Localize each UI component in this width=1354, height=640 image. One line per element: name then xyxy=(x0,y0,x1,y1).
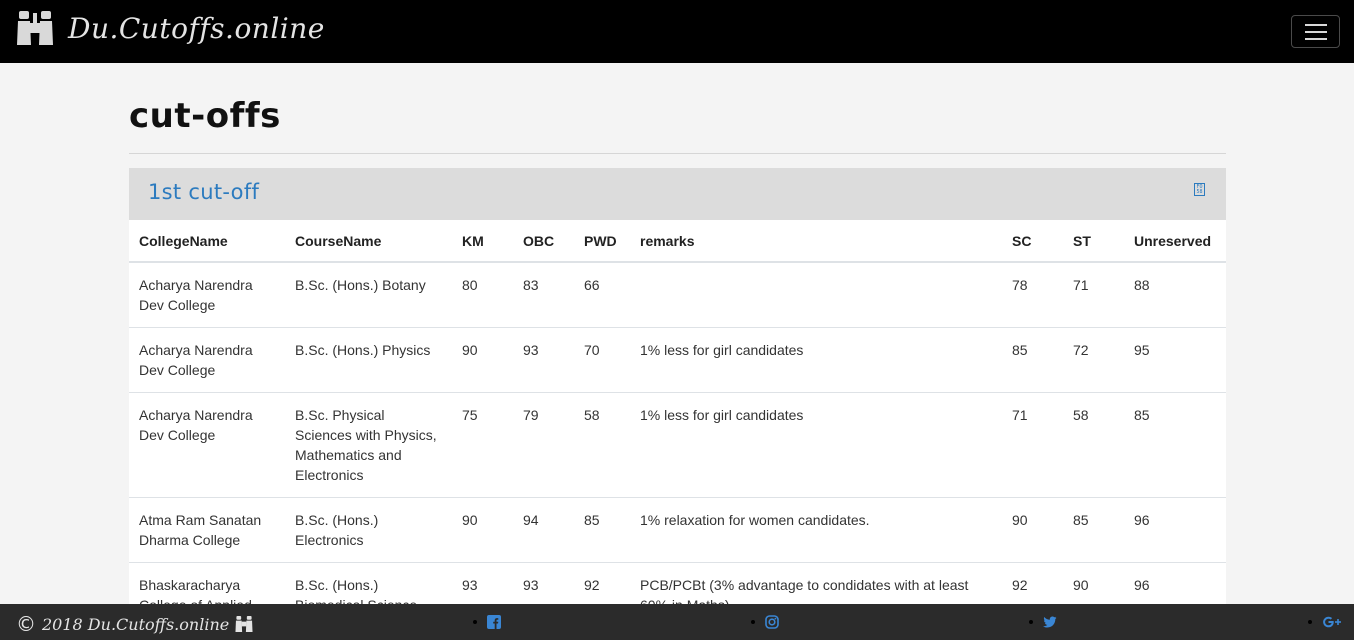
brand-name: Du.Cutoffs.online xyxy=(68,11,325,45)
table-cell: 85 xyxy=(574,497,630,563)
bullet-dot xyxy=(751,620,755,624)
column-header[interactable]: ST xyxy=(1063,220,1124,263)
table-cell: 1% relaxation for women candidates. xyxy=(630,497,1002,563)
column-header[interactable]: OBC xyxy=(513,220,574,263)
table-cell: 96 xyxy=(1124,497,1226,563)
table-cell: 1% less for girl candidates xyxy=(630,327,1002,393)
table-cell: 90 xyxy=(452,497,513,563)
table-cell: 88 xyxy=(1124,261,1226,328)
table-cell: 85 xyxy=(1002,327,1063,393)
table-cell: 92 xyxy=(1002,562,1063,608)
social-facebook xyxy=(473,615,501,629)
table-cell: 92 xyxy=(574,562,630,608)
table-row: Bhaskaracharya College of Applied B.Sc. … xyxy=(129,562,1226,608)
table-cell: 70 xyxy=(574,327,630,393)
navbar: Du.Cutoffs.online xyxy=(0,0,1354,63)
table-cell: PCB/PCBt (3% advantage to condidates wit… xyxy=(630,562,1002,608)
copyright-symbol: © xyxy=(16,612,36,636)
table-cell: 83 xyxy=(513,261,574,328)
table-cell: 90 xyxy=(1002,497,1063,563)
column-header[interactable]: remarks xyxy=(630,220,1002,263)
twitter-icon[interactable] xyxy=(1043,615,1057,629)
cutoff-table: CollegeName CourseName KM OBC PWD remark… xyxy=(129,220,1226,608)
table-cell: B.Sc. (Hons.) Physics xyxy=(285,327,452,393)
table-header-row: CollegeName CourseName KM OBC PWD remark… xyxy=(129,220,1226,263)
table-row: Acharya Narendra Dev College B.Sc. (Hons… xyxy=(129,261,1226,328)
hamburger-menu-icon xyxy=(1304,23,1327,26)
table-cell: B.Sc. (Hons.) Botany xyxy=(285,261,452,328)
column-header[interactable]: SC xyxy=(1002,220,1063,263)
table-cell: 85 xyxy=(1124,392,1226,498)
bullet-dot xyxy=(473,620,477,624)
table-cell: Bhaskaracharya College of Applied xyxy=(129,562,285,608)
google-plus-icon[interactable] xyxy=(1322,615,1342,629)
table-row: Atma Ram Sanatan Dharma College B.Sc. (H… xyxy=(129,497,1226,563)
binoculars-icon xyxy=(17,11,53,45)
table-cell: 75 xyxy=(452,392,513,498)
table-cell: 93 xyxy=(513,562,574,608)
table-cell: 94 xyxy=(513,497,574,563)
copyright-text: 2018 Du.Cutoffs.online xyxy=(42,614,230,634)
table-cell: Acharya Narendra Dev College xyxy=(129,261,285,328)
table-cell: B.Sc. (Hons.) Biomedical Science xyxy=(285,562,452,608)
card-header: 1st cut-off FO 58 xyxy=(129,168,1226,220)
bullet-dot xyxy=(1308,620,1312,624)
hamburger-menu-icon xyxy=(1304,37,1327,40)
table-cell: 93 xyxy=(452,562,513,608)
table-cell: 78 xyxy=(1002,261,1063,328)
table-cell: 95 xyxy=(1124,327,1226,393)
table-cell: Acharya Narendra Dev College xyxy=(129,327,285,393)
table-cell: 66 xyxy=(574,261,630,328)
footer: © 2018 Du.Cutoffs.online xyxy=(0,604,1354,640)
instagram-icon[interactable] xyxy=(765,615,779,629)
table-cell: 85 xyxy=(1063,497,1124,563)
table-row: Acharya Narendra Dev College B.Sc. (Hons… xyxy=(129,327,1226,393)
table-cell: Acharya Narendra Dev College xyxy=(129,392,285,498)
table-cell: 80 xyxy=(452,261,513,328)
title-divider xyxy=(129,153,1226,154)
navbar-toggle-button[interactable] xyxy=(1291,15,1340,48)
table-cell: 90 xyxy=(1063,562,1124,608)
footer-copyright: © 2018 Du.Cutoffs.online xyxy=(16,612,253,636)
social-twitter xyxy=(1029,615,1057,629)
hamburger-menu-icon xyxy=(1304,30,1327,33)
social-google-plus xyxy=(1308,615,1342,629)
page-title: cut-offs xyxy=(129,96,281,136)
table-cell: B.Sc. (Hons.) Electronics xyxy=(285,497,452,563)
column-header[interactable]: PWD xyxy=(574,220,630,263)
table-cell xyxy=(630,261,1002,328)
column-header[interactable]: Unreserved xyxy=(1124,220,1226,263)
card-title: 1st cut-off xyxy=(148,180,260,204)
table-cell: 90 xyxy=(452,327,513,393)
column-header[interactable]: KM xyxy=(452,220,513,263)
column-header[interactable]: CollegeName xyxy=(129,220,285,263)
social-instagram xyxy=(751,615,779,629)
table-cell: 93 xyxy=(513,327,574,393)
table-cell: 58 xyxy=(574,392,630,498)
cutoff-card: 1st cut-off FO 58 CollegeName CourseName … xyxy=(129,168,1226,608)
table-cell: 58 xyxy=(1063,392,1124,498)
table-cell: Atma Ram Sanatan Dharma College xyxy=(129,497,285,563)
table-row: Acharya Narendra Dev College B.Sc. Physi… xyxy=(129,392,1226,498)
column-header[interactable]: CourseName xyxy=(285,220,452,263)
table-cell: 71 xyxy=(1002,392,1063,498)
table-cell: 96 xyxy=(1124,562,1226,608)
bullet-dot xyxy=(1029,620,1033,624)
brand-link[interactable]: Du.Cutoffs.online xyxy=(16,8,325,48)
table-cell: 79 xyxy=(513,392,574,498)
table-cell: B.Sc. Physical Sciences with Physics, Ma… xyxy=(285,392,452,498)
table-cell: 1% less for girl candidates xyxy=(630,392,1002,498)
binoculars-icon xyxy=(235,615,253,633)
table-cell: 71 xyxy=(1063,261,1124,328)
fixed-indicator-icon[interactable]: FO 58 xyxy=(1194,183,1205,196)
facebook-icon[interactable] xyxy=(487,615,501,629)
table-cell: 72 xyxy=(1063,327,1124,393)
